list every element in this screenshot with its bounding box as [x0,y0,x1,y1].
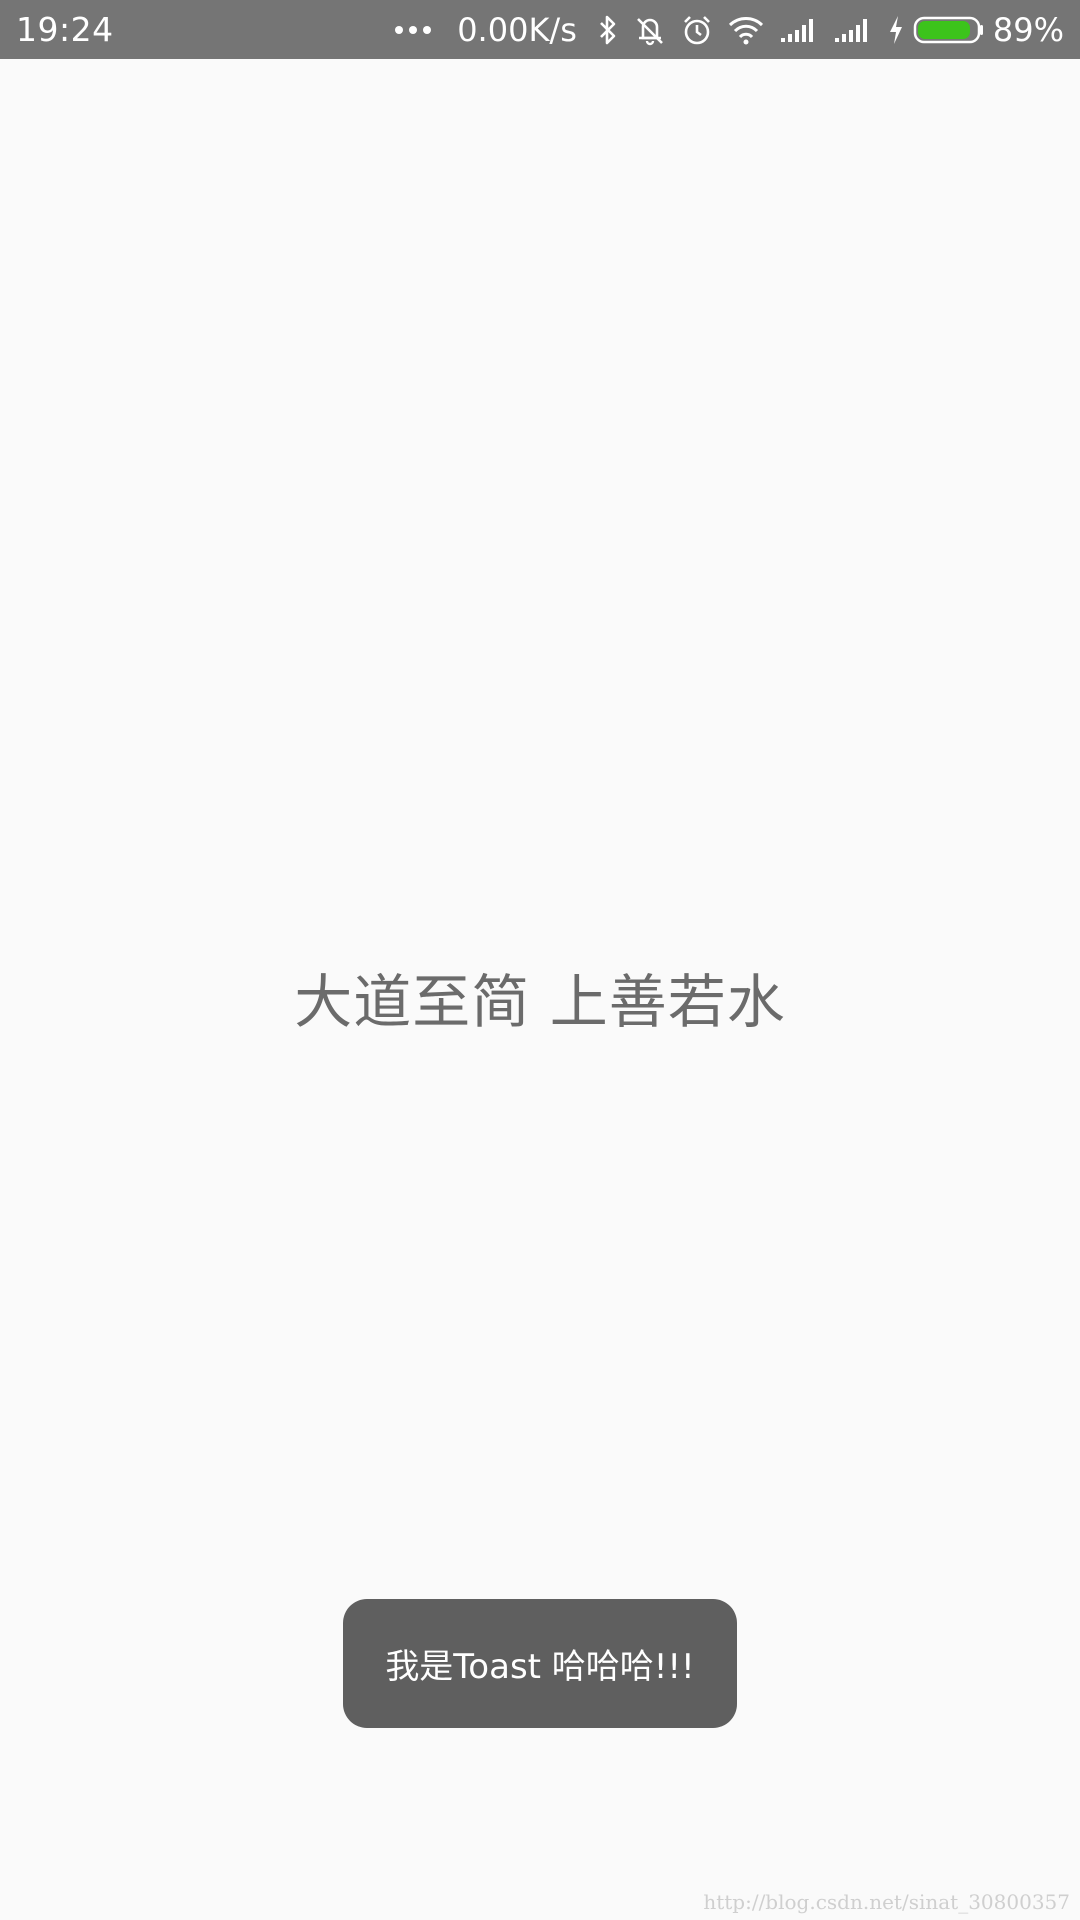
wifi-icon [728,16,763,44]
more-dots-icon [395,25,432,34]
battery-percent: 89% [992,10,1064,49]
battery-group: 89% [887,11,1064,49]
vibrate-off-icon [636,17,663,45]
battery-level-fill [917,20,970,39]
network-speed: 0.00K/s [457,10,577,49]
center-text: 大道至简 上善若水 [294,968,786,1036]
status-time: 19:24 [16,10,114,49]
toast-message: 我是Toast 哈哈哈!!! [343,1599,737,1728]
status-icons: 0.00K/s 89% [395,11,1064,49]
watermark: http://blog.csdn.net/sinat_30800357 [703,1890,1070,1914]
charging-icon [889,15,902,44]
alarm-icon [683,15,710,44]
battery-icon [913,16,983,43]
toast-text: 我是Toast 哈哈哈!!! [385,1647,695,1687]
signal-icon [780,18,813,42]
status-bar: 19:24 0.00K/s 89% [0,0,1080,59]
signal-icon [834,18,867,42]
bluetooth-icon [599,15,616,44]
